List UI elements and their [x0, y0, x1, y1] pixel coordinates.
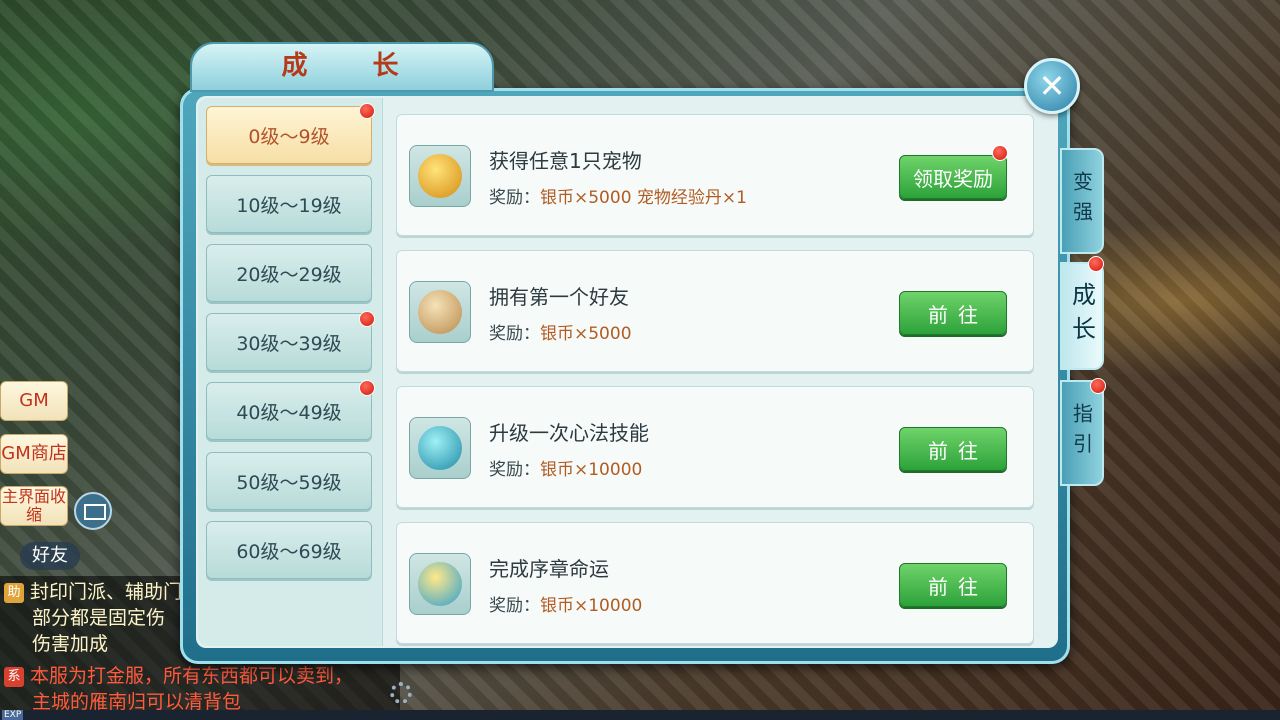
level-tab-0-9[interactable]: 0级～9级 [206, 106, 372, 164]
goto-button[interactable]: 前往 [899, 291, 1007, 335]
notification-dot [359, 380, 375, 396]
notification-dot [1090, 378, 1106, 394]
notification-dot [1088, 256, 1104, 272]
task-card: 拥有第一个好友 奖励：银币×5000 前往 [396, 250, 1034, 372]
system-tag: 系 [4, 667, 24, 687]
sword-emblem-icon [409, 553, 471, 615]
task-title: 获得任意1只宠物 [489, 149, 642, 173]
level-tab-50-59[interactable]: 50级～59级 [206, 452, 372, 510]
chat-line: 部分都是固定伤 [32, 607, 166, 629]
friend-button[interactable]: 好友 [20, 542, 80, 570]
pet-badge-icon [409, 145, 471, 207]
task-reward: 奖励：银币×10000 [489, 460, 643, 480]
task-reward: 奖励：银币×10000 [489, 596, 643, 616]
task-card: 升级一次心法技能 奖励：银币×10000 前往 [396, 386, 1034, 508]
panel-title: 成 长 [281, 51, 427, 81]
mail-icon[interactable] [74, 492, 112, 530]
task-card: 获得任意1只宠物 奖励：银币×5000 宠物经验丹×1 领取奖励 [396, 114, 1034, 236]
level-tab-20-29[interactable]: 20级～29级 [206, 244, 372, 302]
task-card: 完成序章命运 奖励：银币×10000 前往 [396, 522, 1034, 644]
level-tab-30-39[interactable]: 30级～39级 [206, 313, 372, 371]
chat-line: 伤害加成 [32, 633, 109, 655]
claim-reward-button[interactable]: 领取奖励 [899, 155, 1007, 199]
gm-shop-button[interactable]: GM商店 [0, 434, 68, 474]
goto-button[interactable]: 前往 [899, 427, 1007, 471]
tab-strengthen[interactable]: 变强 [1060, 148, 1104, 254]
exp-label: EXP [2, 710, 24, 720]
chat-settings-gear-icon[interactable] [390, 682, 412, 704]
gm-button[interactable]: GM [0, 381, 68, 421]
close-button[interactable]: ✕ [1024, 58, 1080, 114]
level-tab-40-49[interactable]: 40级～49级 [206, 382, 372, 440]
chat-line: 助封印门派、辅助门 [4, 580, 182, 604]
friends-icon [409, 281, 471, 343]
assist-tag: 助 [4, 583, 24, 603]
exp-bar [0, 710, 1280, 720]
notification-dot [992, 145, 1008, 161]
task-reward: 奖励：银币×5000 [489, 324, 632, 344]
tab-guide[interactable]: 指引 [1060, 380, 1104, 486]
task-title: 完成序章命运 [489, 557, 609, 581]
task-title: 拥有第一个好友 [489, 285, 629, 309]
level-tab-60-69[interactable]: 60级～69级 [206, 521, 372, 579]
goto-button[interactable]: 前往 [899, 563, 1007, 607]
notification-dot [359, 311, 375, 327]
level-tab-10-19[interactable]: 10级～19级 [206, 175, 372, 233]
chat-line: 系本服为打金服，所有东西都可以卖到， [4, 664, 353, 688]
notification-dot [359, 103, 375, 119]
skill-orb-icon [409, 417, 471, 479]
task-title: 升级一次心法技能 [489, 421, 649, 445]
task-reward: 奖励：银币×5000 宠物经验丹×1 [489, 188, 747, 208]
tab-growth[interactable]: 成长 [1060, 262, 1104, 370]
collapse-main-ui-button[interactable]: 主界面收缩 [0, 486, 68, 526]
